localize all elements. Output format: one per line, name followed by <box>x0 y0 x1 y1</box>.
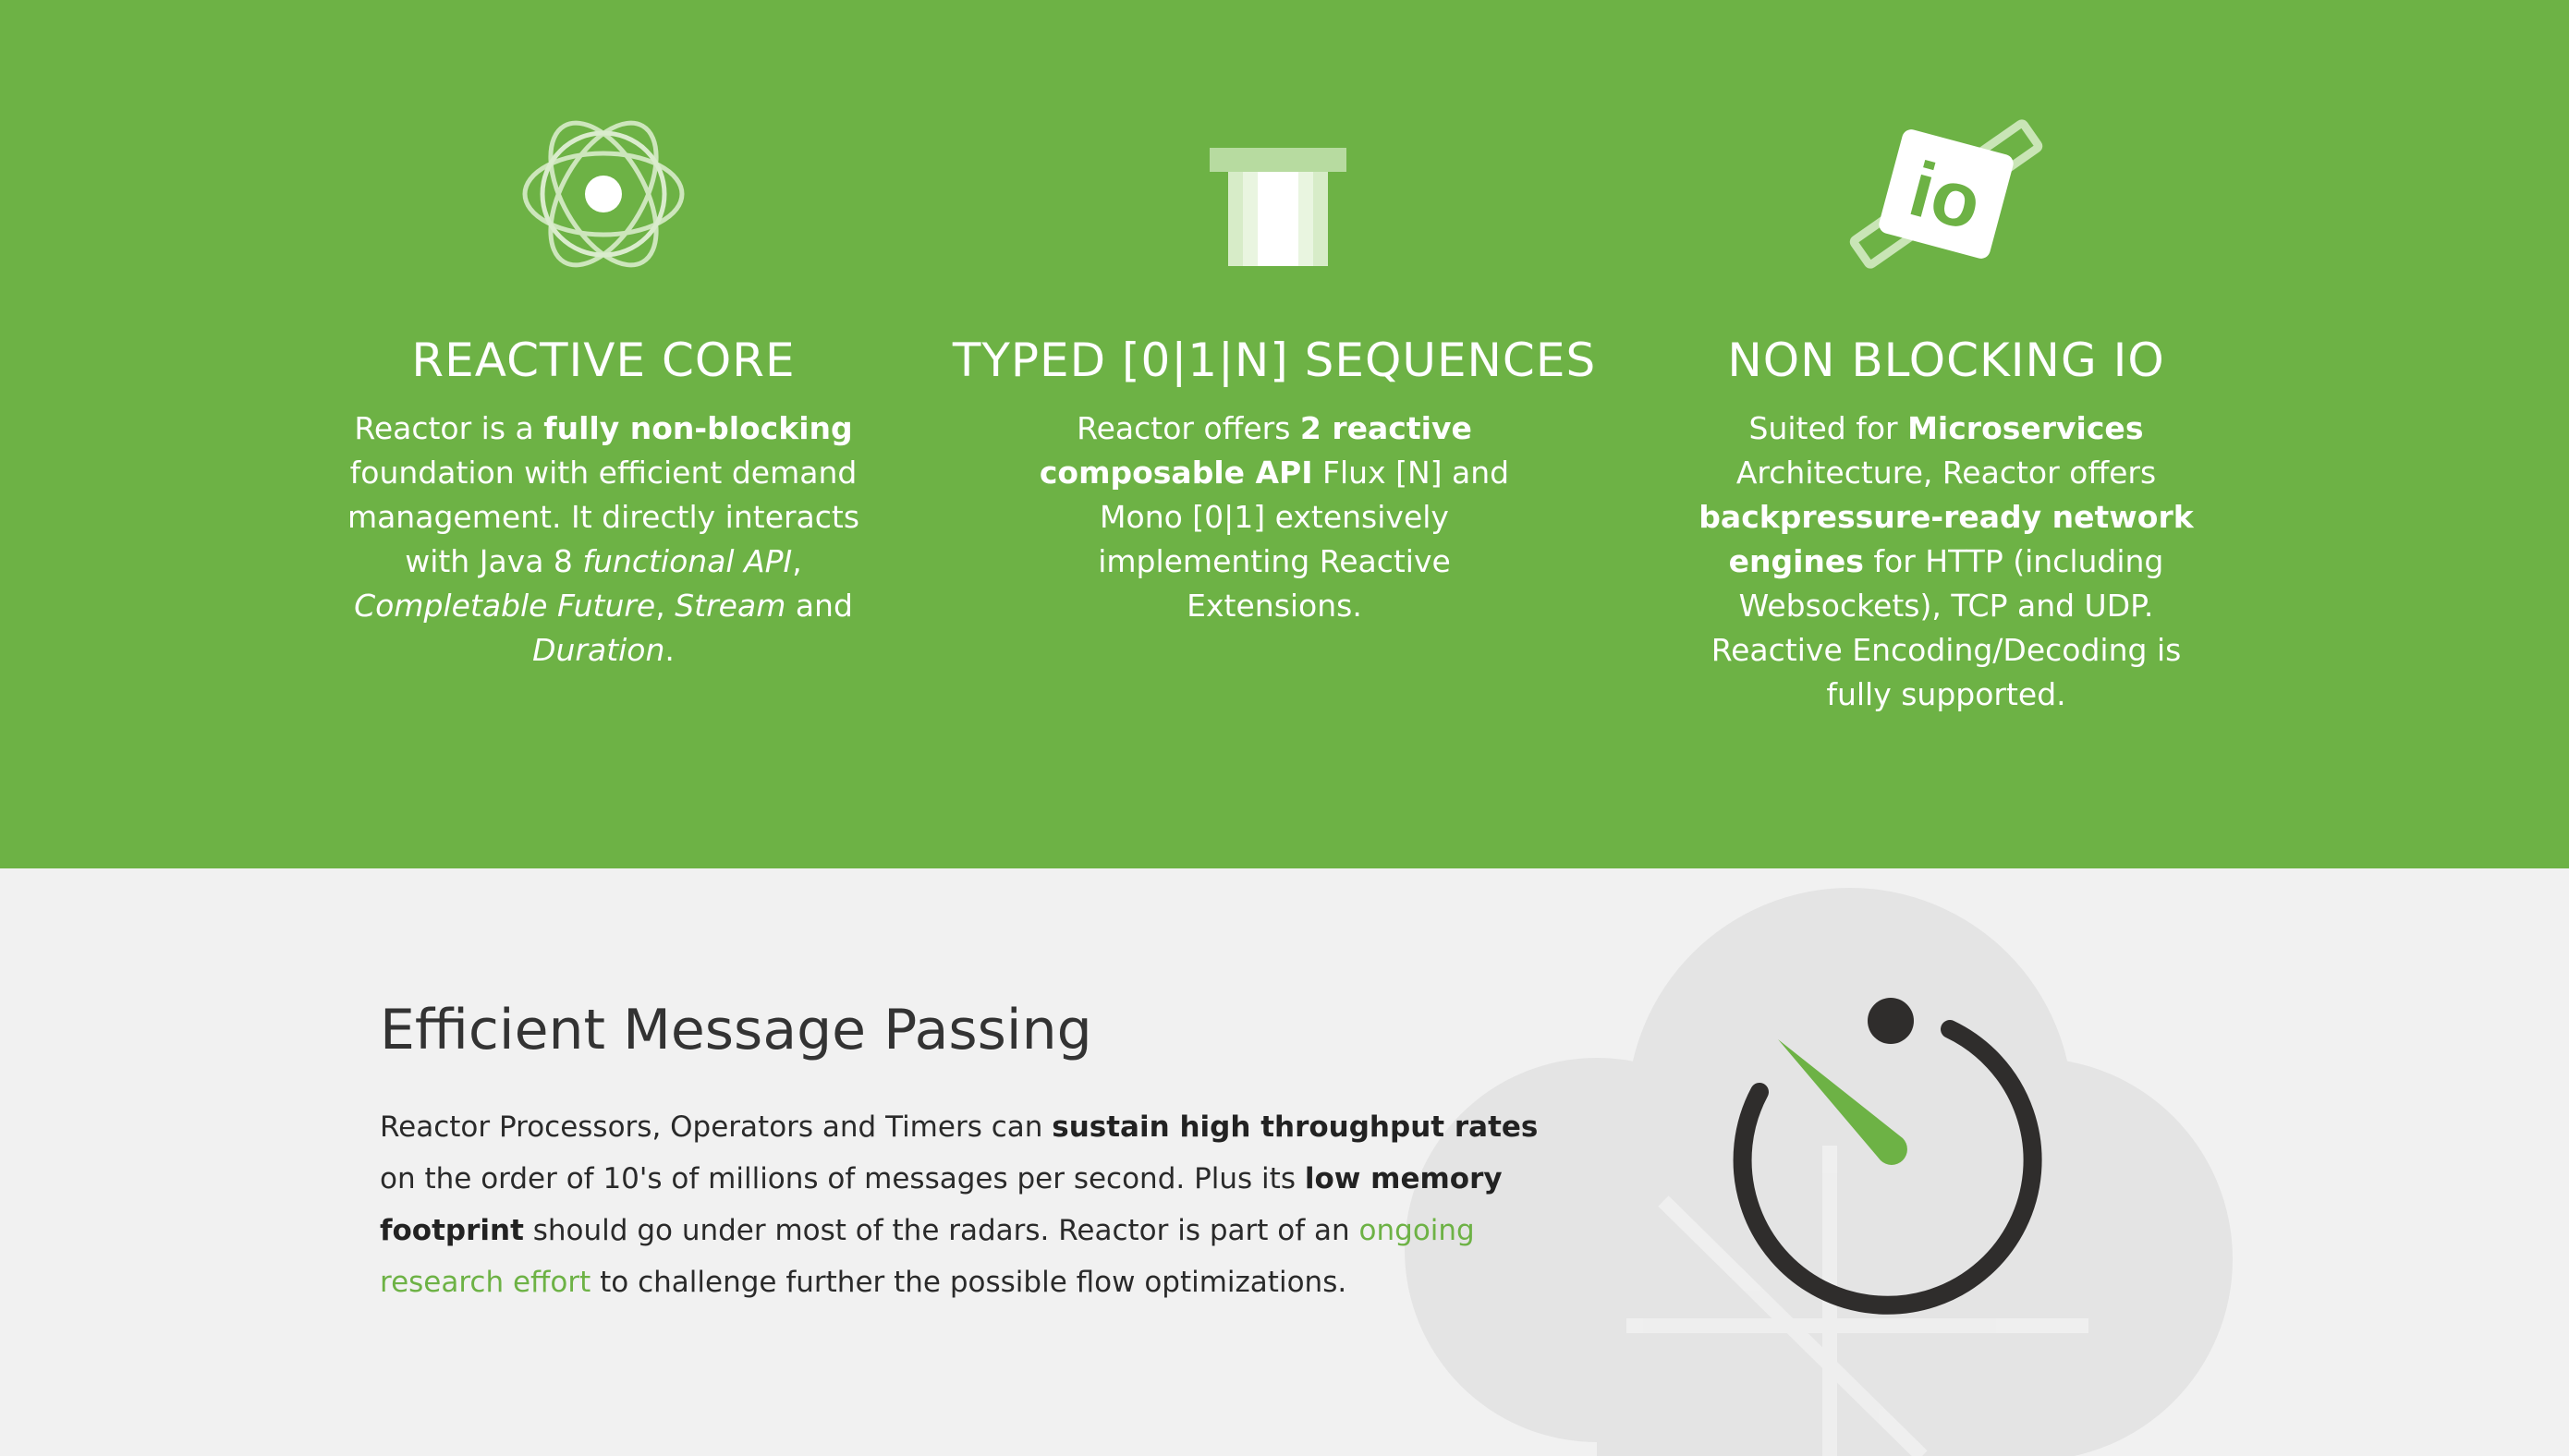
feature-description: Suited for Microservices Architecture, R… <box>1698 410 2194 712</box>
io-plug-icon: io <box>1849 119 2043 269</box>
italic-text: functional API <box>582 543 793 579</box>
features-band: REACTIVE CORE Reactor is a fully non-blo… <box>0 0 2569 868</box>
feature-title: NON BLOCKING IO <box>1727 334 2165 387</box>
message-passing-section: Efficient Message Passing Reactor Proces… <box>0 868 2569 1456</box>
emphasis-text: Microservices <box>1907 410 2144 446</box>
feature-description: Reactor is a fully non-blocking foundati… <box>347 410 860 668</box>
sequence-pipe-icon <box>1210 148 1346 266</box>
atom-icon-wrap <box>317 109 890 279</box>
italic-text: Completable Future <box>354 588 656 624</box>
italic-text: Duration <box>532 632 665 668</box>
emphasis-text: 2 reactive composable API <box>1039 410 1472 491</box>
stopwatch-icon <box>1733 998 2042 1315</box>
io-plug-icon-wrap: io <box>1660 109 2233 279</box>
feature-description: Reactor offers 2 reactive composable API… <box>1039 410 1510 624</box>
atom-icon <box>522 120 685 268</box>
feature-title: TYPED [0|1|N] SEQUENCES <box>952 334 1597 387</box>
feature-title: REACTIVE CORE <box>411 334 796 387</box>
italic-text: Stream <box>675 588 786 624</box>
emphasis-text: backpressure-ready network engines <box>1698 499 2194 579</box>
emphasis-text: fully non-blocking <box>543 410 853 446</box>
sequence-pipe-icon-wrap <box>988 109 1561 279</box>
